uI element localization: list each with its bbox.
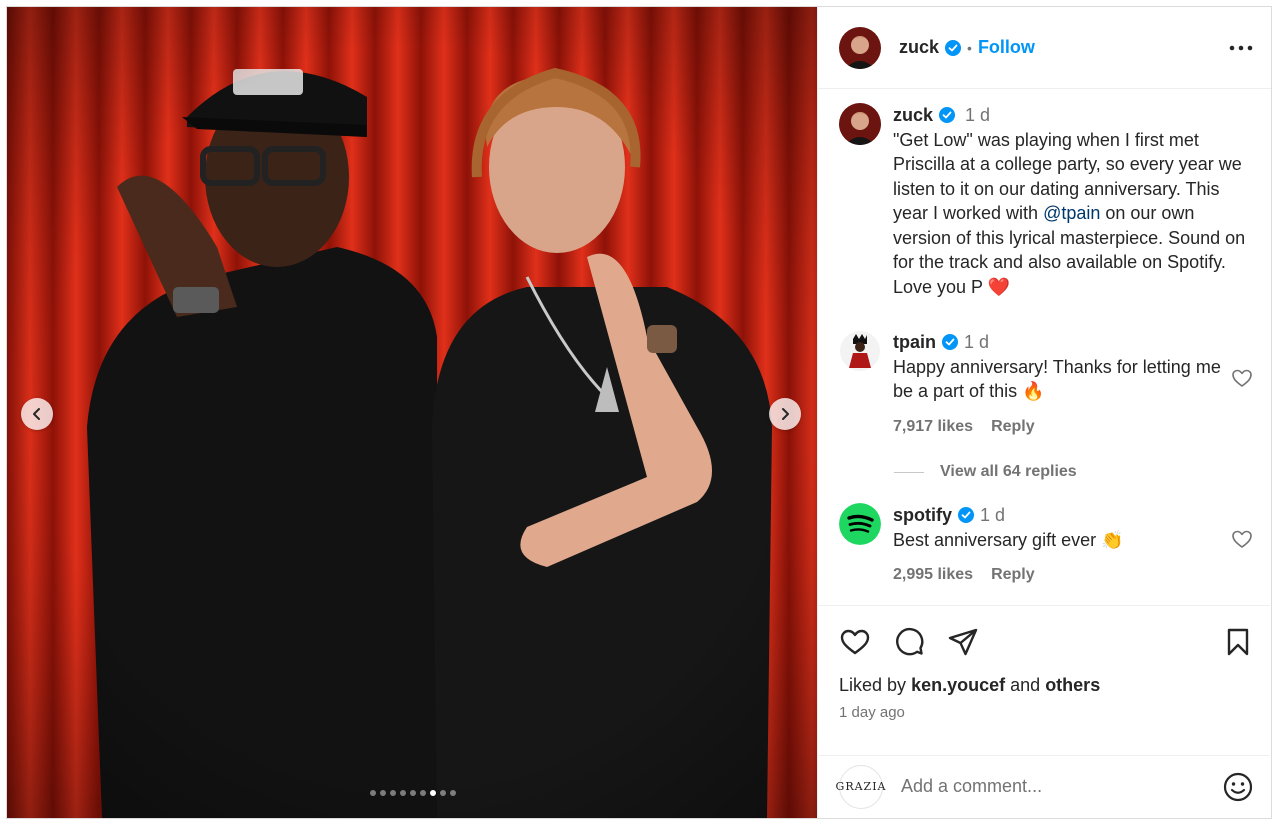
comment-text: Happy anniversary! Thanks for letting me… xyxy=(893,355,1233,404)
verified-badge-icon xyxy=(958,507,975,523)
comment-input[interactable] xyxy=(901,776,1222,797)
author-avatar-image xyxy=(839,26,881,69)
comment-username[interactable]: tpain xyxy=(893,332,936,352)
carousel-dot xyxy=(390,790,396,796)
view-replies-label: View all 64 replies xyxy=(940,463,1077,480)
carousel-dot xyxy=(420,790,426,796)
like-comment-icon[interactable] xyxy=(1230,527,1254,551)
mention-link[interactable]: @tpain xyxy=(1043,203,1100,223)
like-heart-icon[interactable] xyxy=(839,626,871,658)
post-side-panel: zuck • Follow zuck 1 d "Get Low" was pla… xyxy=(817,7,1271,818)
comment-bubble-icon[interactable] xyxy=(893,626,925,658)
heart-emoji: ❤️ xyxy=(987,276,1011,297)
carousel-prev-button[interactable] xyxy=(21,398,53,430)
instagram-post: zuck • Follow zuck 1 d "Get Low" was pla… xyxy=(6,6,1272,819)
carousel-dot xyxy=(450,790,456,796)
carousel-dot xyxy=(430,790,436,796)
author-username[interactable]: zuck xyxy=(899,37,939,58)
comment-body: spotify 1 d Best anniversary gift ever 👏 … xyxy=(893,503,1233,588)
spotify-logo-icon xyxy=(839,503,881,545)
caption-avatar-image xyxy=(839,103,881,145)
comment-body: tpain 1 d Happy anniversary! Thanks for l… xyxy=(893,330,1233,439)
verified-badge-icon xyxy=(939,107,956,123)
carousel-next-button[interactable] xyxy=(769,398,801,430)
post-photo xyxy=(7,7,817,818)
liked-by-others[interactable]: others xyxy=(1045,675,1100,695)
like-comment-icon[interactable] xyxy=(1230,366,1254,390)
carousel-dot xyxy=(380,790,386,796)
comment-reply-button[interactable]: Reply xyxy=(991,418,1035,435)
more-horizontal-icon xyxy=(1229,45,1253,50)
header-separator: • xyxy=(967,39,972,56)
fire-emoji: 🔥 xyxy=(1022,381,1045,401)
clapping-emoji: 👏 xyxy=(1101,529,1124,550)
liked-by: Liked by ken.youcef and others xyxy=(839,675,1254,696)
comment-text-part: Happy anniversary! Thanks for letting me… xyxy=(893,356,1221,402)
caption-username[interactable]: zuck xyxy=(893,105,933,125)
share-send-icon[interactable] xyxy=(947,626,979,658)
view-replies-button[interactable]: View all 64 replies xyxy=(894,463,1255,481)
liked-by-prefix: Liked by xyxy=(839,675,907,695)
chevron-right-icon xyxy=(782,408,789,420)
caption-text: "Get Low" was playing when I first met P… xyxy=(893,128,1253,300)
comment-time: 1 d xyxy=(964,332,990,352)
post-header: zuck • Follow xyxy=(818,7,1271,89)
caption-avatar[interactable] xyxy=(839,103,881,145)
action-icons xyxy=(839,626,1254,658)
tpain-avatar-image xyxy=(839,330,881,372)
viewer-avatar[interactable]: GRAZIA xyxy=(836,764,885,809)
comment-item: tpain 1 d Happy anniversary! Thanks for l… xyxy=(839,330,1255,439)
emoji-smiley-icon[interactable] xyxy=(1222,771,1254,803)
post-media xyxy=(7,7,817,818)
carousel-dot xyxy=(410,790,416,796)
comment-meta: 7,917 likes Reply xyxy=(893,415,1233,440)
comment-text-part: Best anniversary gift ever xyxy=(893,529,1102,550)
chevron-left-icon xyxy=(33,408,40,420)
comment-text: Best anniversary gift ever 👏 xyxy=(893,528,1233,553)
verified-badge-icon xyxy=(945,39,962,56)
carousel-dot xyxy=(370,790,376,796)
comment-likes[interactable]: 7,917 likes xyxy=(893,418,973,435)
carousel-dot xyxy=(400,790,406,796)
verified-badge-icon xyxy=(942,334,958,350)
post-caption: zuck 1 d "Get Low" was playing when I fir… xyxy=(839,103,1255,299)
save-bookmark-icon[interactable] xyxy=(1222,626,1254,658)
caption-body: zuck 1 d "Get Low" was playing when I fir… xyxy=(893,103,1253,299)
comment-username[interactable]: spotify xyxy=(893,505,952,525)
liked-by-middle: and xyxy=(1010,675,1041,695)
post-actions: Liked by ken.youcef and others 1 day ago xyxy=(818,605,1270,721)
comment-time: 1 d xyxy=(980,505,1006,525)
comment-likes[interactable]: 2,995 likes xyxy=(893,566,973,583)
follow-button[interactable]: Follow xyxy=(978,37,1035,58)
carousel-dot xyxy=(440,790,446,796)
comment-item: spotify 1 d Best anniversary gift ever 👏 … xyxy=(839,503,1255,588)
more-options-button[interactable] xyxy=(1227,38,1255,58)
caption-time: 1 d xyxy=(965,105,991,125)
author-avatar[interactable] xyxy=(839,26,881,69)
comment-meta: 2,995 likes Reply xyxy=(893,563,1233,588)
liked-by-user[interactable]: ken.youcef xyxy=(911,675,1005,695)
post-time-ago[interactable]: 1 day ago xyxy=(839,704,1254,721)
commenter-avatar[interactable] xyxy=(839,503,881,545)
comment-reply-button[interactable]: Reply xyxy=(991,566,1035,583)
add-comment-bar: GRAZIA xyxy=(818,755,1270,817)
replies-divider xyxy=(894,471,924,473)
commenter-avatar[interactable] xyxy=(839,330,881,372)
carousel-indicator xyxy=(7,790,817,796)
